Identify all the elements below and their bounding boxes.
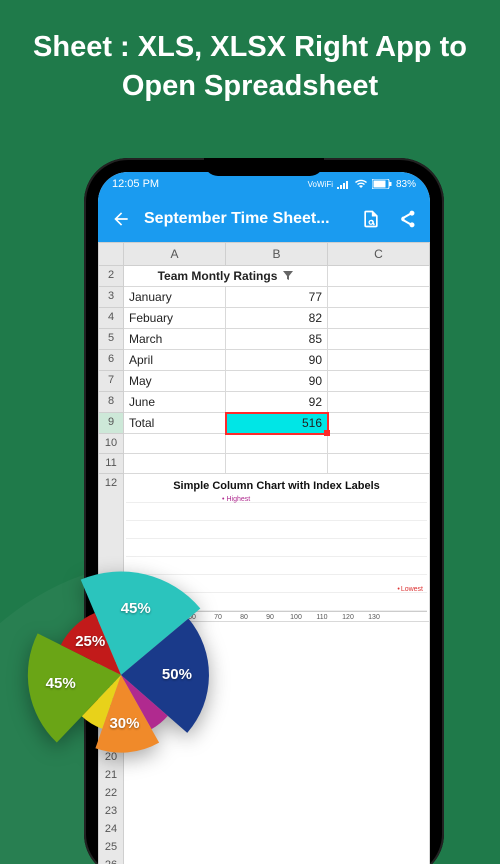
corner-cell[interactable] (98, 242, 124, 266)
row-header[interactable]: 4 (98, 308, 124, 329)
cell-month[interactable]: Febuary (124, 308, 226, 329)
row-header[interactable]: 11 (98, 454, 124, 474)
cell-month[interactable]: January (124, 287, 226, 308)
pie-chart (6, 560, 236, 790)
pie-slice-label: 30% (109, 715, 139, 732)
table-row: 3 January 77 (98, 287, 430, 308)
battery-icon (372, 179, 392, 189)
back-button[interactable] (108, 206, 134, 232)
cell[interactable] (328, 350, 430, 371)
cell-value[interactable]: 82 (226, 308, 328, 329)
row-header[interactable]: 8 (98, 392, 124, 413)
row-header[interactable]: 25 (98, 838, 124, 858)
row-header[interactable]: 10 (98, 434, 124, 454)
cell[interactable] (328, 371, 430, 392)
app-bar: September Time Sheet... (98, 196, 430, 242)
x-tick: 130 (364, 614, 384, 621)
chart-title: Simple Column Chart with Index Labels (126, 478, 427, 502)
cell[interactable] (124, 802, 430, 822)
cell[interactable] (124, 838, 430, 858)
table-row: 8 June 92 (98, 392, 430, 413)
col-a[interactable]: A (124, 242, 226, 266)
ratings-header[interactable]: Team Montly Ratings (124, 266, 328, 287)
table-row: 5 March 85 (98, 329, 430, 350)
row-header[interactable]: 3 (98, 287, 124, 308)
pie-slice-label: 45% (46, 675, 76, 692)
cell[interactable] (328, 308, 430, 329)
row-header[interactable]: 2 (98, 266, 124, 287)
row-header[interactable]: 24 (98, 820, 124, 840)
row-header[interactable]: 5 (98, 329, 124, 350)
document-search-icon (361, 209, 381, 229)
app-title: September Time Sheet... (144, 210, 348, 228)
cell[interactable] (328, 434, 430, 454)
filter-icon[interactable] (283, 271, 293, 281)
cell[interactable] (328, 413, 430, 434)
table-row: 7 May 90 (98, 371, 430, 392)
table-row: 25 (98, 838, 430, 856)
table-row: 6 April 90 (98, 350, 430, 371)
cell-month[interactable]: June (124, 392, 226, 413)
row-header[interactable]: 6 (98, 350, 124, 371)
x-tick: 120 (338, 614, 358, 621)
pie-slice-label: 25% (75, 633, 105, 650)
share-icon (397, 209, 417, 229)
x-tick: 90 (260, 614, 280, 621)
cell[interactable] (226, 434, 328, 454)
cell-value[interactable]: 90 (226, 350, 328, 371)
cell[interactable] (124, 434, 226, 454)
search-doc-button[interactable] (358, 206, 384, 232)
status-bar: 12:05 PM VoWiFi 83% (98, 172, 430, 196)
cell-total-label[interactable]: Total (124, 413, 226, 434)
cell-month[interactable]: March (124, 329, 226, 350)
table-row: 9 Total 516 (98, 413, 430, 434)
cell-value[interactable]: 77 (226, 287, 328, 308)
pie-chart-overlay: 45% 50% 30% 45% 25% (6, 560, 236, 790)
arrow-left-icon (111, 209, 131, 229)
cell-total-value[interactable]: 516 (226, 413, 328, 434)
cell[interactable] (124, 820, 430, 840)
share-button[interactable] (394, 206, 420, 232)
row-header[interactable]: 23 (98, 802, 124, 822)
col-c[interactable]: C (328, 242, 430, 266)
cell-value[interactable]: 92 (226, 392, 328, 413)
row-header[interactable]: 7 (98, 371, 124, 392)
cell[interactable] (328, 454, 430, 474)
cell[interactable] (328, 287, 430, 308)
pie-slice-label: 45% (121, 600, 151, 617)
status-indicators: VoWiFi 83% (308, 179, 416, 190)
x-tick: 80 (234, 614, 254, 621)
table-row: 11 (98, 454, 430, 474)
table-row: 4 Febuary 82 (98, 308, 430, 329)
cell-value[interactable]: 85 (226, 329, 328, 350)
cell[interactable] (328, 392, 430, 413)
cell[interactable] (328, 266, 430, 287)
status-time: 12:05 PM (112, 178, 159, 190)
annotation-highest: Highest (222, 496, 250, 503)
table-row: 26 (98, 856, 430, 864)
signal-icon (337, 179, 350, 189)
table-row: 24 (98, 820, 430, 838)
x-tick: 100 (286, 614, 306, 621)
cell-value[interactable]: 90 (226, 371, 328, 392)
wifi-icon (354, 179, 368, 189)
col-b[interactable]: B (226, 242, 328, 266)
cell[interactable] (226, 454, 328, 474)
row-header[interactable]: 9 (98, 413, 124, 434)
cell-month[interactable]: May (124, 371, 226, 392)
cell[interactable] (124, 454, 226, 474)
annotation-lowest: Lowest (397, 586, 423, 593)
table-row: 10 (98, 434, 430, 454)
pie-slice-label: 50% (162, 666, 192, 683)
row-header[interactable]: 26 (98, 856, 124, 864)
cell[interactable] (328, 329, 430, 350)
cell-month[interactable]: April (124, 350, 226, 371)
table-row: 2 Team Montly Ratings (98, 266, 430, 287)
x-tick: 110 (312, 614, 332, 621)
hero-title: Sheet : XLS, XLSX Right App to Open Spre… (0, 0, 500, 116)
column-headers: A B C (98, 242, 430, 266)
table-row: 23 (98, 802, 430, 820)
cell[interactable] (124, 856, 430, 864)
